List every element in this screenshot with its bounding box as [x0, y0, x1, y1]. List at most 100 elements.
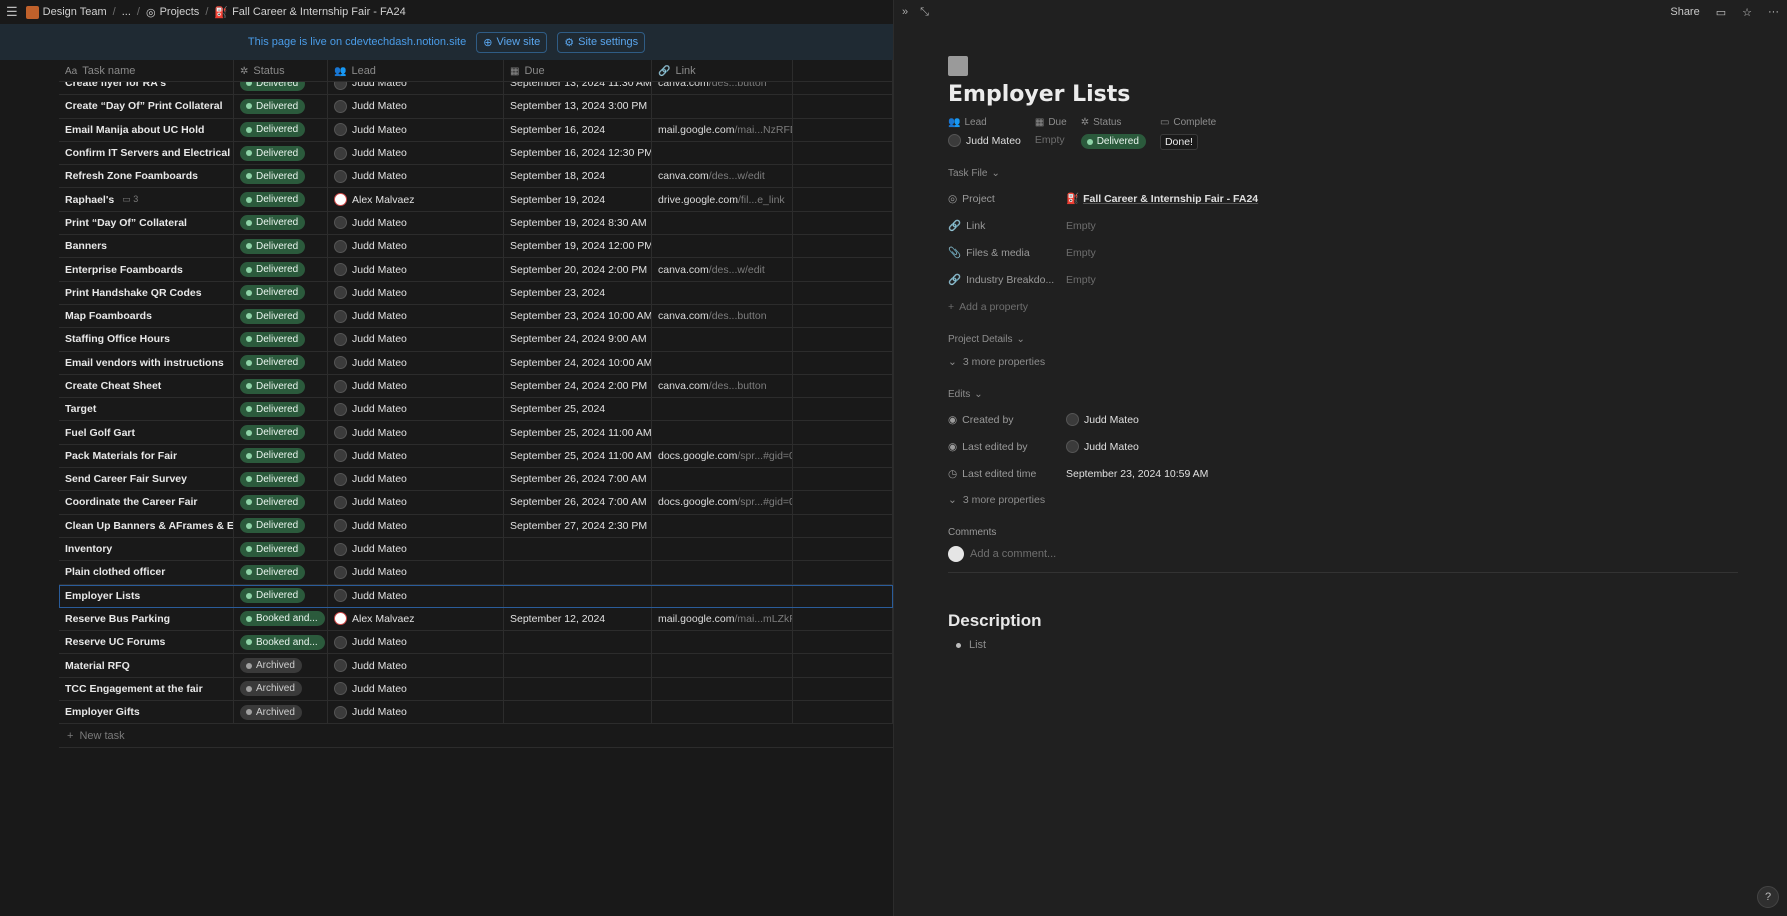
- description-heading[interactable]: Description: [948, 611, 1738, 631]
- status-cell[interactable]: Delivered: [234, 444, 328, 468]
- task-name-cell[interactable]: Create “Day Of” Print Collateral: [59, 95, 234, 118]
- status-cell[interactable]: Booked and...: [234, 631, 328, 654]
- link-domain[interactable]: mail.google.com: [658, 124, 734, 136]
- task-name-cell[interactable]: Print “Day Of” Collateral: [59, 211, 234, 235]
- task-name-cell[interactable]: Reserve Bus Parking: [59, 607, 234, 631]
- status-cell[interactable]: Delivered: [234, 491, 328, 514]
- table-row[interactable]: Email Manija about UC Hold Delivered Jud…: [59, 118, 893, 142]
- table-row[interactable]: Banners Delivered Judd Mateo September 1…: [59, 235, 893, 259]
- task-name-cell[interactable]: Target: [59, 398, 234, 421]
- status-cell[interactable]: Booked and...: [234, 607, 328, 631]
- link-cell[interactable]: [652, 421, 793, 444]
- lead-cell[interactable]: Judd Mateo: [328, 351, 504, 374]
- lead-cell[interactable]: Judd Mateo: [328, 654, 504, 677]
- due-cell[interactable]: [504, 561, 652, 584]
- due-cell[interactable]: September 24, 2024 2:00 PM →: [504, 374, 652, 398]
- task-name-cell[interactable]: Material RFQ: [59, 654, 234, 677]
- table-row[interactable]: Material RFQ Archived Judd Mateo: [59, 654, 893, 678]
- table-row[interactable]: Reserve Bus Parking Booked and... Alex M…: [59, 607, 893, 632]
- lead-cell[interactable]: Judd Mateo: [328, 95, 504, 118]
- breadcrumb-projects[interactable]: ◎ Projects: [146, 6, 199, 19]
- expand-icon[interactable]: ⤡: [920, 6, 929, 19]
- lead-cell[interactable]: Judd Mateo: [328, 165, 504, 188]
- lead-cell[interactable]: Judd Mateo: [328, 118, 504, 141]
- link-cell[interactable]: [652, 211, 793, 235]
- link-cell[interactable]: drive.google.com/fil...e_link: [652, 188, 793, 211]
- status-cell[interactable]: Delivered: [234, 421, 328, 444]
- files-property[interactable]: 📎 Files & media Empty: [948, 239, 1738, 266]
- page-title[interactable]: Employer Lists: [948, 82, 1738, 107]
- column-header-status[interactable]: ✲ Status: [234, 60, 328, 82]
- due-cell[interactable]: [504, 654, 652, 677]
- link-cell[interactable]: [652, 584, 793, 607]
- breadcrumb-ellipsis[interactable]: ...: [122, 6, 131, 18]
- comment-input[interactable]: Add a comment...: [970, 548, 1056, 560]
- table-row[interactable]: Send Career Fair Survey Delivered Judd M…: [59, 468, 893, 492]
- status-cell[interactable]: Delivered: [234, 281, 328, 304]
- link-cell[interactable]: [652, 514, 793, 537]
- lead-cell[interactable]: Judd Mateo: [328, 374, 504, 398]
- task-name-cell[interactable]: Employer Gifts: [59, 701, 234, 724]
- due-cell[interactable]: September 19, 2024 12:00 PM: [504, 235, 652, 258]
- status-cell[interactable]: Delivered: [234, 235, 328, 258]
- task-name-cell[interactable]: Enterprise Foamboards: [59, 258, 234, 281]
- link-domain[interactable]: canva.com: [658, 380, 709, 392]
- menu-icon[interactable]: ☰: [6, 4, 18, 20]
- lead-cell[interactable]: Alex Malvaez: [328, 607, 504, 631]
- lead-property[interactable]: 👥 Lead Judd Mateo: [948, 117, 1021, 150]
- due-cell[interactable]: September 19, 2024 8:30 AM →: [504, 211, 652, 235]
- lead-cell[interactable]: Judd Mateo: [328, 421, 504, 444]
- task-name-cell[interactable]: Staffing Office Hours: [59, 328, 234, 351]
- last-edited-by-property[interactable]: ◉ Last edited by Judd Mateo: [948, 433, 1738, 460]
- link-cell[interactable]: mail.google.com/mai...mLZkFf: [652, 607, 793, 631]
- breadcrumb-project[interactable]: ⛽ Fall Career & Internship Fair - FA24: [214, 6, 405, 19]
- task-name-cell[interactable]: Map Foamboards: [59, 304, 234, 328]
- status-cell[interactable]: Archived: [234, 677, 328, 701]
- table-row[interactable]: Raphael's ▭ 3 Delivered Alex Malvaez Sep…: [59, 188, 893, 212]
- lead-cell[interactable]: Judd Mateo: [328, 514, 504, 537]
- table-row[interactable]: Staffing Office Hours Delivered Judd Mat…: [59, 328, 893, 352]
- task-name-cell[interactable]: Plain clothed officer: [59, 561, 234, 584]
- due-cell[interactable]: September 23, 2024: [504, 281, 652, 304]
- column-header-lead[interactable]: 👥 Lead: [328, 60, 504, 82]
- link-cell[interactable]: canva.com/des...button: [652, 374, 793, 398]
- table-row[interactable]: Email vendors with instructions Delivere…: [59, 351, 893, 375]
- status-cell[interactable]: Delivered: [234, 211, 328, 235]
- created-by-property[interactable]: ◉ Created by Judd Mateo: [948, 406, 1738, 433]
- due-cell[interactable]: September 12, 2024: [504, 607, 652, 631]
- task-name-cell[interactable]: Reserve UC Forums: [59, 631, 234, 654]
- link-cell[interactable]: [652, 677, 793, 701]
- view-site-button[interactable]: ⊕ View site: [476, 31, 548, 53]
- table-row[interactable]: Map Foamboards Delivered Judd Mateo Sept…: [59, 304, 893, 329]
- status-cell[interactable]: Delivered: [234, 351, 328, 374]
- lead-cell[interactable]: Judd Mateo: [328, 561, 504, 584]
- link-cell[interactable]: [652, 235, 793, 258]
- link-domain[interactable]: canva.com: [658, 264, 709, 276]
- task-name-cell[interactable]: Create Cheat Sheet: [59, 374, 234, 398]
- due-cell[interactable]: September 26, 2024 7:00 AM →: [504, 491, 652, 514]
- due-cell[interactable]: September 18, 2024: [504, 165, 652, 188]
- table-row[interactable]: Employer Gifts Archived Judd Mateo: [59, 701, 893, 725]
- status-cell[interactable]: Delivered: [234, 95, 328, 118]
- task-name-cell[interactable]: Email Manija about UC Hold: [59, 118, 234, 141]
- lead-cell[interactable]: Judd Mateo: [328, 141, 504, 165]
- status-cell[interactable]: Delivered: [234, 188, 328, 211]
- project-details-section-toggle[interactable]: Project Details ⌄: [948, 334, 1738, 345]
- complete-property[interactable]: ▭ Complete Done!: [1159, 117, 1216, 150]
- lead-cell[interactable]: Judd Mateo: [328, 281, 504, 304]
- link-property[interactable]: 🔗 Link Empty: [948, 212, 1738, 239]
- table-row[interactable]: Fuel Golf Gart Delivered Judd Mateo Sept…: [59, 421, 893, 445]
- more-properties-toggle[interactable]: ⌄ 3 more properties: [948, 487, 1738, 513]
- comment-icon[interactable]: ▭: [1716, 6, 1726, 19]
- task-name-cell[interactable]: TCC Engagement at the fair: [59, 677, 234, 701]
- lead-cell[interactable]: Judd Mateo: [328, 398, 504, 421]
- task-name-cell[interactable]: Confirm IT Servers and Electrical: [59, 141, 234, 165]
- lead-cell[interactable]: Judd Mateo: [328, 304, 504, 328]
- due-cell[interactable]: [504, 631, 652, 654]
- link-cell[interactable]: [652, 654, 793, 677]
- task-name-cell[interactable]: Pack Materials for Fair: [59, 444, 234, 468]
- due-cell[interactable]: September 25, 2024 11:00 AM: [504, 444, 652, 468]
- table-row[interactable]: Coordinate the Career Fair Delivered Jud…: [59, 491, 893, 515]
- status-cell[interactable]: Delivered: [234, 328, 328, 351]
- column-header-link[interactable]: 🔗 Link: [652, 60, 793, 82]
